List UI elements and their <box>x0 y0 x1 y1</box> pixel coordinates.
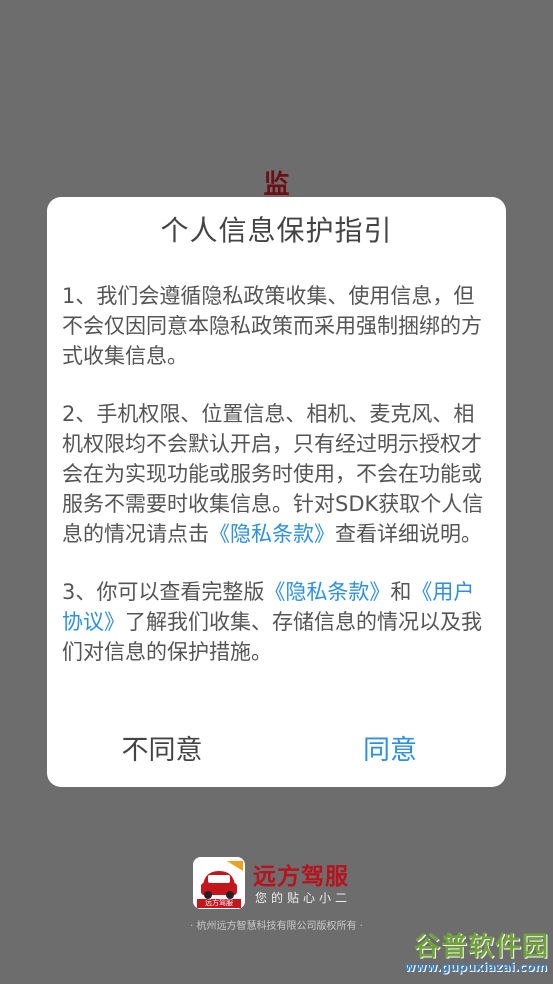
brand-slogan: 您的贴心小二 <box>255 891 352 905</box>
privacy-terms-link[interactable]: 《隐私条款》 <box>209 522 335 546</box>
agree-button[interactable]: 同意 <box>300 731 480 771</box>
p2-text-after: 查看详细说明。 <box>335 522 482 546</box>
policy-paragraph-2: 2、手机权限、位置信息、相机、麦克风、相机权限均不会默认开启，只有经过明示授权才… <box>62 399 494 549</box>
privacy-terms-link-2[interactable]: 《隐私条款》 <box>264 580 390 604</box>
p3-text-after: 了解我们收集、存储信息的情况以及我们对信息的保护措施。 <box>62 610 482 664</box>
car-logo-icon: 远方驾服 <box>193 857 245 909</box>
policy-paragraph-1: 1、我们会遵循隐私政策收集、使用信息，但不会仅因同意本隐私政策而采用强制捆绑的方… <box>62 281 494 371</box>
watermark-url: www.gupuxiazai.com <box>404 960 547 974</box>
policy-paragraph-3: 3、你可以查看完整版《隐私条款》和《用户协议》了解我们收集、存储信息的情况以及我… <box>62 577 494 667</box>
p1-text: 1、我们会遵循隐私政策收集、使用信息，但不会仅因同意本隐私政策而采用强制捆绑的方… <box>62 284 482 368</box>
disagree-button[interactable]: 不同意 <box>72 731 252 771</box>
privacy-dialog: 个人信息保护指引 1、我们会遵循隐私政策收集、使用信息，但不会仅因同意本隐私政策… <box>47 197 506 787</box>
logo-badge-text: 远方驾服 <box>205 899 233 907</box>
dialog-title: 个人信息保护指引 <box>160 214 393 247</box>
watermark: 谷普软件园 www.gupuxiazai.com <box>383 926 549 982</box>
watermark-name: 谷普软件园 <box>413 932 549 962</box>
splash-title: 监 <box>263 170 290 200</box>
p3-text-before: 3、你可以查看完整版 <box>62 580 265 604</box>
brand-name: 远方驾服 <box>253 864 349 890</box>
p3-text-middle: 和 <box>390 580 412 604</box>
brand-block: 远方驾服 远方驾服 您的贴心小二 <box>193 857 363 909</box>
dialog-content[interactable]: 1、我们会遵循隐私政策收集、使用信息，但不会仅因同意本隐私政策而采用强制捆绑的方… <box>62 281 494 705</box>
